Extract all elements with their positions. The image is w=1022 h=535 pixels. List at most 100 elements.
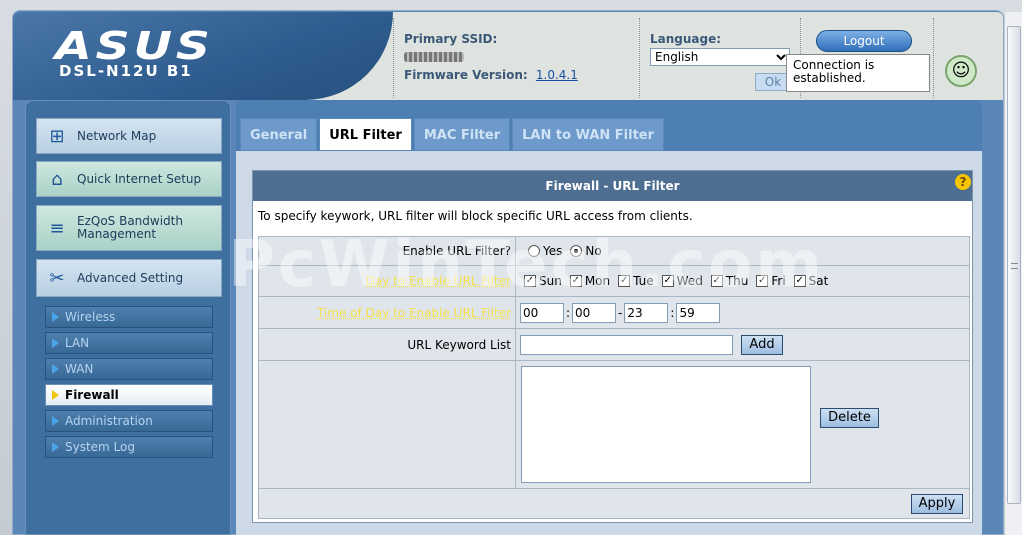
keyword-list-area: Delete [516, 361, 969, 488]
day-name: Mon [584, 274, 611, 288]
logout-button[interactable]: Logout [816, 30, 912, 52]
header: ASUS DSL-N12U B1 Primary SSID: Firmware … [13, 12, 1003, 100]
add-button[interactable]: Add [741, 334, 783, 355]
tab-bar: General URL Filter MAC Filter LAN to WAN… [240, 118, 666, 151]
wed-checkbox[interactable]: ✓ [661, 275, 674, 287]
keyword-row: URL Keyword List Add [258, 329, 970, 361]
arrow-icon [52, 390, 59, 400]
language-label: Language: [650, 32, 722, 46]
mon-checkbox[interactable]: ✓ [569, 275, 582, 287]
end-minute-input[interactable] [676, 302, 721, 323]
sidebar-item-label: Administration [65, 414, 153, 428]
yes-label: Yes [543, 244, 563, 258]
sidebar-item-firewall[interactable]: Firewall [45, 384, 213, 406]
sidebar-item-wan[interactable]: WAN [45, 358, 213, 380]
tab-mac-filter[interactable]: MAC Filter [413, 118, 511, 151]
sidebar-item-label: System Log [65, 440, 135, 454]
delete-button[interactable]: Delete [820, 408, 879, 428]
enable-yes-radio[interactable] [528, 245, 540, 257]
browser-viewport: ASUS DSL-N12U B1 Primary SSID: Firmware … [0, 0, 1022, 535]
tools-icon: ✂ [49, 267, 65, 289]
sidebar-item-label: WAN [65, 362, 94, 376]
day-checkboxes: ✓ Sun ✓ Mon ✓ Tue ✓ Wed ✓ Thu ✓ Fri ✓ Sat [516, 266, 969, 296]
grip-icon [1011, 263, 1018, 269]
day-name: Sat [808, 274, 829, 288]
arrow-icon [52, 442, 59, 452]
arrow-icon [52, 416, 59, 426]
sidebar-item-quick-setup[interactable]: ⌂ Quick Internet Setup [36, 161, 222, 197]
sat-checkbox[interactable]: ✓ [793, 275, 806, 287]
panel-title: Firewall - URL Filter [253, 171, 972, 201]
ssid-label: Primary SSID: [404, 32, 498, 46]
arrow-icon [52, 338, 59, 348]
sidebar-item-label: EzQoS Bandwidth Management [77, 214, 183, 241]
tab-url-filter[interactable]: URL Filter [319, 118, 412, 151]
sun-checkbox[interactable]: ✓ [524, 275, 536, 287]
arrow-icon [52, 364, 59, 374]
sidebar-item-wireless[interactable]: Wireless [45, 306, 213, 328]
sidebar-item-ezqos[interactable]: ≡ EzQoS Bandwidth Management [36, 205, 222, 251]
language-select[interactable]: English [650, 48, 790, 66]
firmware-label: Firmware Version: [404, 68, 528, 82]
divider [393, 18, 394, 98]
help-icon[interactable]: ? [955, 174, 971, 190]
ssid-value-image [404, 52, 464, 62]
scrollbar-thumb[interactable] [1007, 26, 1021, 504]
sidebar-item-label: Wireless [65, 310, 116, 324]
sidebar-item-system-log[interactable]: System Log [45, 436, 213, 458]
day-row: Day to Enable URL Filter ✓ Sun ✓ Mon ✓ Tue … [258, 266, 970, 297]
divider [639, 18, 640, 98]
no-label: No [585, 244, 602, 258]
keyword-list[interactable] [521, 366, 811, 483]
ezqos-icon: ≡ [49, 217, 65, 239]
day-name: Wed [676, 274, 703, 288]
sidebar-item-label: Quick Internet Setup [77, 172, 202, 186]
sidebar-item-label: Firewall [65, 388, 119, 402]
brand-area: ASUS DSL-N12U B1 [13, 12, 393, 100]
day-name: Fri [771, 274, 786, 288]
day-name: Tue [633, 274, 654, 288]
apply-row: Apply [258, 489, 970, 519]
url-filter-panel: Firewall - URL Filter To specify keywork… [252, 170, 973, 523]
sidebar-item-administration[interactable]: Administration [45, 410, 213, 432]
tue-checkbox[interactable]: ✓ [618, 275, 631, 287]
arrow-icon [52, 312, 59, 322]
start-minute-input[interactable] [572, 302, 617, 323]
time-row: Time of Day to Enable URL Filter : - : [258, 297, 970, 329]
connection-tooltip: Connection is established. [786, 54, 930, 92]
sidebar-item-advanced[interactable]: ✂ Advanced Setting [36, 259, 222, 297]
filter-form: Enable URL Filter? Yes No Day to Enable … [258, 236, 970, 519]
time-label[interactable]: Time of Day to Enable URL Filter [259, 297, 516, 328]
apply-button[interactable]: Apply [911, 493, 963, 514]
enable-no-radio[interactable] [570, 245, 583, 257]
sidebar-item-label: Advanced Setting [77, 271, 184, 285]
router-icon: ⌂ [51, 168, 63, 190]
day-label[interactable]: Day to Enable URL Filter [259, 266, 516, 296]
network-map-icon: ⊞ [49, 125, 65, 147]
fri-checkbox[interactable]: ✓ [756, 275, 769, 287]
status-info: Primary SSID: Firmware Version: 1.0.4.1 [404, 32, 578, 88]
sidebar-item-lan[interactable]: LAN [45, 332, 213, 354]
enable-options: Yes No [516, 237, 969, 265]
model-name: DSL-N12U B1 [59, 62, 193, 80]
user-avatar-icon[interactable]: ☺ [945, 55, 977, 87]
thu-checkbox[interactable]: ✓ [710, 275, 723, 287]
day-name: Sun [539, 274, 562, 288]
firmware-version-link[interactable]: 1.0.4.1 [536, 68, 578, 82]
content-area: Firewall - URL Filter To specify keywork… [236, 151, 982, 535]
enable-row: Enable URL Filter? Yes No [258, 236, 970, 266]
divider [933, 18, 934, 98]
tab-lan-to-wan-filter[interactable]: LAN to WAN Filter [512, 118, 665, 151]
day-name: Thu [725, 274, 749, 288]
end-hour-input[interactable] [624, 302, 669, 323]
firmware-row: Firmware Version: 1.0.4.1 [404, 68, 578, 82]
language-section: Language: English [650, 32, 790, 66]
sidebar-item-network-map[interactable]: ⊞ Network Map [36, 118, 222, 154]
keyword-list-row: Delete [258, 361, 970, 489]
sidebar: ⊞ Network Map ⌂ Quick Internet Setup ≡ E… [25, 100, 231, 535]
vertical-scrollbar[interactable] [1004, 12, 1022, 535]
empty-label [259, 361, 516, 488]
url-keyword-input[interactable] [520, 334, 733, 355]
tab-general[interactable]: General [240, 118, 318, 151]
start-hour-input[interactable] [520, 302, 564, 323]
